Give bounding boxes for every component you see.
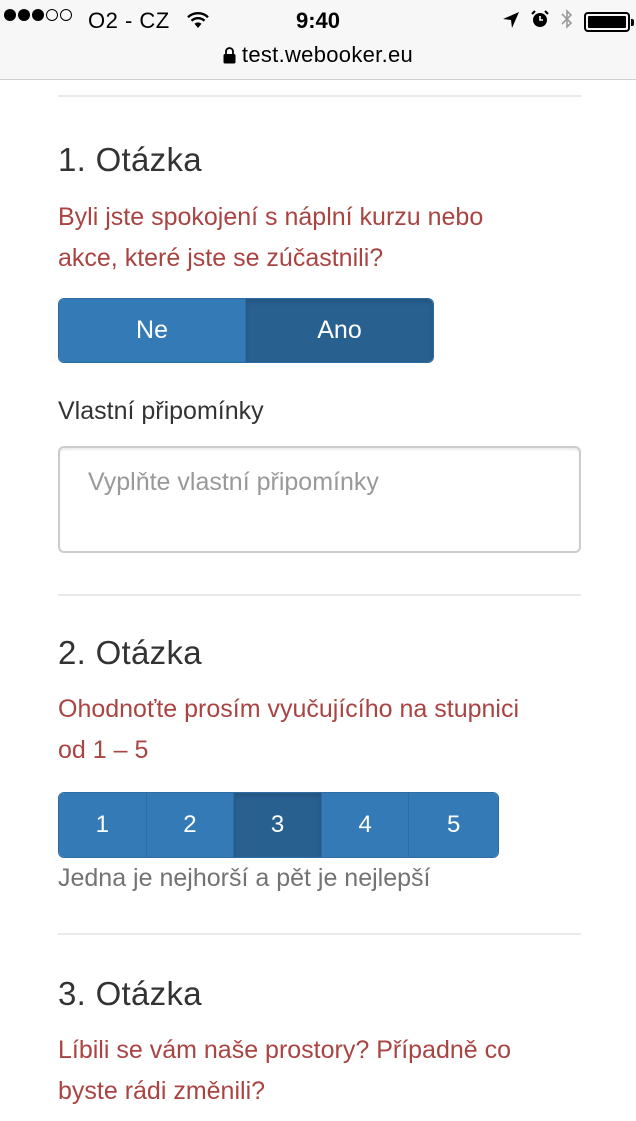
rating-5-button[interactable]: 5 bbox=[409, 793, 498, 857]
question-text-line: Byli jste spokojení s náplní kurzu nebo bbox=[58, 203, 484, 231]
location-arrow-icon bbox=[502, 9, 520, 35]
question-title: 1. Otázka bbox=[58, 141, 202, 178]
divider bbox=[58, 95, 581, 97]
rating-1-button[interactable]: 1 bbox=[59, 793, 147, 857]
question-text-line: akce, které jste se zúčastnili? bbox=[58, 244, 384, 272]
question-title: 3. Otázka bbox=[58, 975, 202, 1012]
alarm-clock-icon bbox=[530, 9, 550, 35]
question-3: 3. Otázka Líbili se vám naše prostory? P… bbox=[58, 975, 581, 1112]
status-bar: O2 - CZ 9:40 bbox=[0, 6, 636, 36]
address-bar[interactable]: test.webooker.eu bbox=[0, 42, 636, 70]
browser-top-bar: O2 - CZ 9:40 test.webooker.eu bbox=[0, 0, 636, 80]
divider bbox=[58, 594, 581, 596]
question-title: 2. Otázka bbox=[58, 634, 202, 671]
rating-3-button[interactable]: 3 bbox=[234, 793, 322, 857]
battery-icon bbox=[584, 12, 634, 32]
comments-textarea[interactable] bbox=[58, 446, 581, 553]
answer-yes-button[interactable]: Ano bbox=[246, 299, 433, 362]
rating-help-text: Jedna je nejhorší a pět je nejlepší bbox=[58, 864, 431, 892]
question-2: 2. Otázka Ohodnoťte prosím vyučujícího n… bbox=[58, 634, 581, 893]
question-text: Ohodnoťte prosím vyučujícího na stupnici… bbox=[58, 689, 581, 771]
comments-label: Vlastní připomínky bbox=[58, 397, 264, 425]
question-1: 1. Otázka Byli jste spokojení s náplní k… bbox=[58, 141, 581, 553]
question-text: Líbili se vám naše prostory? Případně co… bbox=[58, 1030, 581, 1112]
yes-no-button-group: Ne Ano bbox=[58, 298, 434, 363]
question-text-line: Ohodnoťte prosím vyučujícího na stupnici bbox=[58, 695, 520, 723]
divider bbox=[58, 933, 581, 935]
question-text: Byli jste spokojení s náplní kurzu nebo … bbox=[58, 197, 581, 279]
rating-4-button[interactable]: 4 bbox=[321, 793, 410, 857]
url-text: test.webooker.eu bbox=[241, 42, 414, 67]
rating-2-button[interactable]: 2 bbox=[146, 793, 235, 857]
bluetooth-icon bbox=[560, 8, 574, 36]
survey-form: 1. Otázka Byli jste spokojení s náplní k… bbox=[58, 95, 581, 1112]
rating-button-group: 1 2 3 4 5 bbox=[58, 792, 499, 858]
lock-icon bbox=[223, 44, 236, 70]
question-text-line: byste rádi změnili? bbox=[58, 1077, 266, 1105]
answer-no-button[interactable]: Ne bbox=[59, 299, 246, 362]
question-text-line: od 1 – 5 bbox=[58, 736, 149, 764]
question-text-line: Líbili se vám naše prostory? Případně co bbox=[58, 1036, 512, 1064]
